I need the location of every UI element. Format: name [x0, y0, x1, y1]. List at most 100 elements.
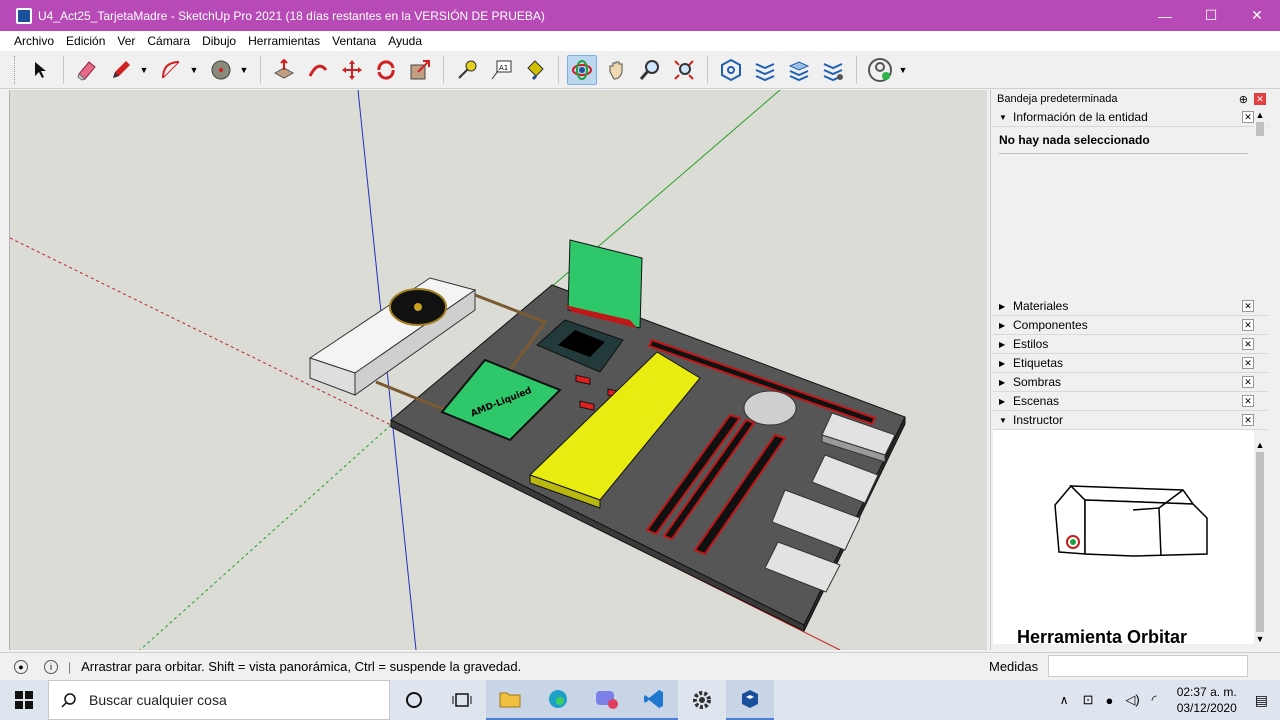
pan-tool-icon[interactable]	[601, 55, 631, 85]
text-tool-label: A1	[499, 64, 508, 72]
scroll-down-icon[interactable]: ▼	[1254, 634, 1266, 644]
toolbar-separator	[558, 55, 559, 84]
push-pull-tool-icon[interactable]	[269, 55, 299, 85]
panel-etiquetas[interactable]: ▶ Etiquetas ✕	[993, 354, 1268, 373]
scroll-up-icon[interactable]: ▲	[1254, 110, 1266, 120]
edge-icon[interactable]	[534, 680, 582, 720]
scale-tool-icon[interactable]	[405, 55, 435, 85]
windows-start-icon[interactable]	[0, 680, 48, 720]
panel-estilos[interactable]: ▶ Estilos ✕	[993, 335, 1268, 354]
tape-measure-tool-icon[interactable]	[452, 55, 482, 85]
text-tool-icon[interactable]: A1	[486, 55, 516, 85]
clock-date: 03/12/2020	[1176, 701, 1237, 715]
shapes-dropdown-icon[interactable]: ▼	[236, 55, 252, 85]
panel-close-button[interactable]: ✕	[1242, 319, 1254, 331]
pencil-dropdown-icon[interactable]: ▼	[136, 55, 152, 85]
maximize-button[interactable]: ☐	[1188, 0, 1234, 31]
volume-icon[interactable]: ◁)	[1125, 692, 1139, 708]
discord-icon[interactable]	[582, 680, 630, 720]
panel-close-button[interactable]: ✕	[1242, 395, 1254, 407]
menu-camara[interactable]: Cámara	[141, 34, 196, 48]
panel-close-button[interactable]: ✕	[1242, 376, 1254, 388]
select-tool-icon[interactable]	[25, 55, 55, 85]
toolbar-separator	[856, 55, 857, 84]
microphone-icon[interactable]: ●	[1105, 693, 1113, 708]
arc-tool-icon[interactable]	[156, 55, 186, 85]
cortana-icon[interactable]	[390, 680, 438, 720]
orbit-tool-icon[interactable]	[567, 54, 597, 85]
pencil-tool-icon[interactable]	[106, 55, 136, 85]
menu-archivo[interactable]: Archivo	[8, 34, 60, 48]
motherboard-model[interactable]: AMD-Liquied	[308, 239, 906, 632]
extension-warehouse-tool-icon[interactable]	[750, 55, 780, 85]
orbit-instruction-illustration	[1054, 484, 1208, 557]
panel-componentes[interactable]: ▶ Componentes ✕	[993, 316, 1268, 335]
account-dropdown-icon[interactable]: ▼	[895, 55, 911, 85]
panel-close-button[interactable]: ✕	[1242, 111, 1254, 123]
toolbar-grip[interactable]	[14, 55, 17, 84]
vscode-icon[interactable]	[630, 680, 678, 720]
zoom-tool-icon[interactable]	[635, 55, 665, 85]
tray-pin-icon[interactable]: ⊕	[1239, 93, 1248, 106]
minimize-button[interactable]: —	[1142, 0, 1188, 31]
follow-me-tool-icon[interactable]	[303, 55, 333, 85]
toolbar-separator	[63, 55, 64, 84]
task-view-icon[interactable]	[438, 680, 486, 720]
measurements-input[interactable]	[1048, 655, 1248, 677]
panel-instructor[interactable]: ▼ Instructor ✕	[993, 411, 1268, 430]
modeling-viewport[interactable]: AMD-Liquied	[9, 90, 987, 650]
wifi-icon[interactable]: ◜	[1152, 692, 1157, 708]
menu-edicion[interactable]: Edición	[60, 34, 111, 48]
paint-bucket-tool-icon[interactable]	[520, 55, 550, 85]
menu-herramientas[interactable]: Herramientas	[242, 34, 326, 48]
sketchup-app-icon	[16, 7, 32, 24]
shapes-tool-icon[interactable]	[206, 55, 236, 85]
scroll-thumb[interactable]	[1256, 452, 1264, 632]
taskbar-search-box[interactable]: Buscar cualquier cosa	[48, 680, 390, 720]
panel-entity-info[interactable]: ▼ Información de la entidad ✕	[993, 108, 1268, 127]
panel-close-button[interactable]: ✕	[1242, 338, 1254, 350]
panel-label: Estilos	[1013, 337, 1049, 351]
menu-dibujo[interactable]: Dibujo	[196, 34, 242, 48]
toolbar-separator	[707, 55, 708, 84]
rotate-tool-icon[interactable]	[371, 55, 401, 85]
system-tray: ∧ ⊡ ● ◁) ◜ 02:37 a. m. 03/12/2020 ▤	[1052, 680, 1280, 720]
settings-icon[interactable]	[678, 680, 726, 720]
network-adapter-icon[interactable]: ⊡	[1083, 692, 1094, 708]
menu-ayuda[interactable]: Ayuda	[382, 34, 428, 48]
clock[interactable]: 02:37 a. m. 03/12/2020	[1177, 684, 1237, 716]
scroll-up-icon[interactable]: ▲	[1254, 440, 1266, 450]
scroll-thumb[interactable]	[1256, 122, 1264, 136]
info-icon[interactable]: i	[44, 659, 58, 674]
move-tool-icon[interactable]	[337, 55, 367, 85]
arc-dropdown-icon[interactable]: ▼	[186, 55, 202, 85]
panel-close-button[interactable]: ✕	[1242, 357, 1254, 369]
panel-sombras[interactable]: ▶ Sombras ✕	[993, 373, 1268, 392]
entity-scrollbar[interactable]: ▲	[1254, 110, 1266, 300]
close-button[interactable]: ✕	[1234, 0, 1280, 31]
notifications-icon[interactable]: ▤	[1255, 692, 1268, 709]
show-hidden-icons-icon[interactable]: ∧	[1060, 693, 1069, 707]
collapsed-triangle-icon: ▶	[999, 377, 1006, 387]
panel-escenas[interactable]: ▶ Escenas ✕	[993, 392, 1268, 411]
panel-materiales[interactable]: ▶ Materiales ✕	[993, 297, 1268, 316]
instructor-content: Herramienta Orbitar	[993, 430, 1254, 647]
panel-close-button[interactable]: ✕	[1242, 300, 1254, 312]
warehouse-tool-icon[interactable]	[716, 55, 746, 85]
tray-close-button[interactable]: ✕	[1254, 93, 1266, 105]
account-tool-icon[interactable]	[865, 55, 895, 85]
panel-close-button[interactable]: ✕	[1242, 414, 1254, 426]
file-explorer-icon[interactable]	[486, 680, 534, 720]
zoom-extents-tool-icon[interactable]	[669, 55, 699, 85]
scene-canvas[interactable]: AMD-Liquied	[10, 90, 987, 650]
sketchup-taskbar-icon[interactable]	[726, 680, 774, 720]
instructor-scrollbar[interactable]: ▲ ▼	[1254, 440, 1266, 650]
geo-location-icon[interactable]: ●	[14, 659, 28, 674]
extension-manager-tool-icon[interactable]	[818, 55, 848, 85]
menu-ventana[interactable]: Ventana	[326, 34, 382, 48]
status-message: Arrastrar para orbitar. Shift = vista pa…	[81, 659, 522, 674]
layout-tool-icon[interactable]	[784, 55, 814, 85]
menu-ver[interactable]: Ver	[111, 34, 141, 48]
eraser-tool-icon[interactable]	[72, 55, 102, 85]
status-bar: ● i | Arrastrar para orbitar. Shift = vi…	[0, 652, 1280, 680]
